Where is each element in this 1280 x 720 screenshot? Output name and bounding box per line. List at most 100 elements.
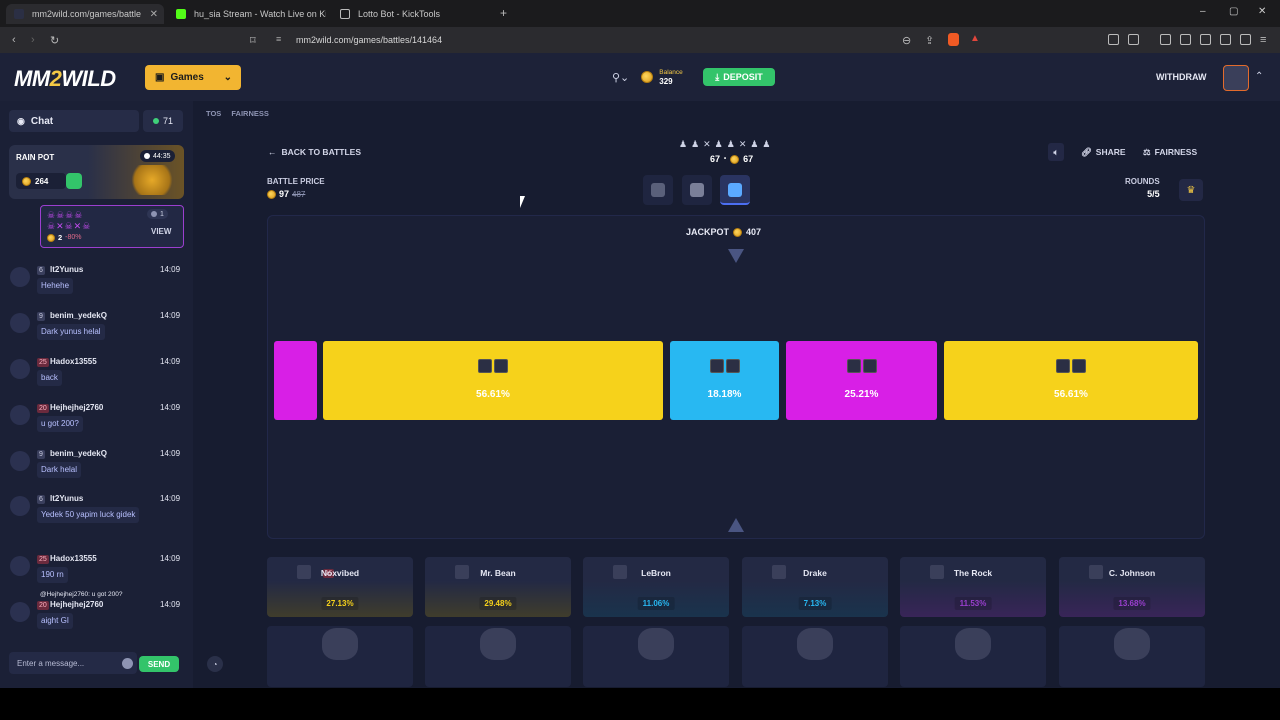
username[interactable]: benim_yedekQ [50,311,107,320]
avatar[interactable] [10,451,30,471]
player-card[interactable]: LeBron 11.06% [583,557,729,617]
item-card[interactable] [583,626,729,687]
balance-display[interactable]: ⚲⌄ Balance 329 [612,65,683,89]
player-card[interactable]: 25 Noxvibed 27.13% [267,557,413,617]
balance-label: Balance [659,69,683,76]
browser-tab[interactable]: Lotto Bot - KickTools [332,4,490,24]
username[interactable]: Hejhejhej2760 [50,600,103,609]
avatar[interactable] [10,313,30,333]
close-tab-icon[interactable]: ✕ [150,9,158,20]
item-card[interactable] [425,626,571,687]
back-nav-icon[interactable]: ‹ [12,34,16,46]
coin-icon [733,227,743,237]
chat-header[interactable]: ◉ Chat [9,110,139,132]
avatar[interactable] [10,267,30,287]
taskbar-area [0,688,1280,720]
player-card[interactable]: C. Johnson 13.68% [1059,557,1205,617]
item-card[interactable] [1059,626,1205,687]
leo-icon[interactable] [1220,34,1231,45]
username[interactable]: lt2Yunus [50,494,83,503]
avatar[interactable] [10,602,30,622]
minimize-icon[interactable]: – [1200,6,1206,17]
avatar[interactable] [10,405,30,425]
deposit-button[interactable]: ⤓ DEPOSIT [703,68,775,86]
case-icon[interactable] [720,175,750,205]
item-card[interactable] [267,626,413,687]
bookmark-icon[interactable]: ⌑ [250,34,256,47]
view-raffle-button[interactable]: VIEW [151,227,171,236]
rain-pot-card[interactable]: RAIN POT 44:35 264 [9,145,184,199]
extension-icon[interactable] [1128,34,1139,45]
new-tab-icon[interactable]: + [500,6,507,20]
case-icon[interactable] [682,175,712,205]
rewards-icon[interactable]: ▲ [970,33,980,44]
extension-icon[interactable] [1108,34,1119,45]
player-card[interactable]: Drake 7.13% [742,557,888,617]
zoom-icon[interactable]: ⊖ [902,34,911,47]
sound-toggle-icon[interactable]: 🔈︎ [1048,143,1064,161]
username[interactable]: Hadox13555 [50,357,97,366]
browser-tab[interactable]: hu_sia Stream - Watch Live on Ki [168,4,326,24]
pointer-top-icon [728,249,744,263]
avatar[interactable] [10,359,30,379]
slot-percentage: 56.61% [1054,389,1088,400]
withdraw-button[interactable]: WITHDRAW [1156,72,1207,82]
vpn-icon[interactable] [1240,34,1251,45]
username[interactable]: lt2Yunus [50,265,83,274]
emoji-icon[interactable] [122,657,133,669]
player-name: C. Johnson [1108,568,1156,578]
maximize-icon[interactable]: ▢ [1229,6,1238,17]
avatar[interactable] [10,556,30,576]
user-avatar[interactable] [1223,65,1249,91]
tos-link[interactable]: TOS [206,109,221,118]
sidebar-icon[interactable] [1180,34,1191,45]
chat-message-input[interactable]: Enter a message... [9,652,137,674]
account-chevron-icon[interactable]: ⌃ [1255,71,1263,82]
rain-pot-label: RAIN POT [16,153,55,162]
share-button[interactable]: 🔗︎ SHARE [1081,143,1126,161]
username[interactable]: Hejhejhej2760 [50,403,103,412]
site-info-icon[interactable]: ≡ [276,34,281,44]
media-icon[interactable] [1160,34,1171,45]
spinner-slot: 56.61% [944,341,1198,420]
username[interactable]: benim_yedekQ [50,449,107,458]
username[interactable]: Hadox13555 [50,554,97,563]
item-image-icon [797,628,833,660]
games-menu-button[interactable]: ▣ Games ⌄ [145,65,241,90]
chat-message: 9 benim_yedekQ 14:09 Dark yunus helal [0,311,193,357]
menu-icon[interactable]: ≡ [1260,34,1266,46]
level-badge: 9 [37,450,45,459]
wallet-icon[interactable] [1200,34,1211,45]
window-close-icon[interactable]: ✕ [1258,6,1266,17]
browser-tab-active[interactable]: mm2wild.com/games/battle ✕ [6,4,164,24]
back-to-battles-button[interactable]: ← BACK TO BATTLES [268,147,361,157]
chat-sidebar: ◉ Chat 71 RAIN POT 44:35 264 ☠☠☠☠☠✕☠✕☠ [0,101,193,688]
crown-icon[interactable]: ♛ [1179,179,1203,201]
jackpot-arena: JACKPOT 407 56.61% 18.18% 25.21% 56.61% [267,215,1205,539]
item-card[interactable] [900,626,1046,687]
player-card[interactable]: The Rock 11.53% [900,557,1046,617]
raffle-discount: -80% [65,234,82,241]
raffle-card[interactable]: ☠☠☠☠ ☠✕☠✕☠ 1 2 -80% VIEW [40,205,184,248]
fairness-button[interactable]: ⚖ FAIRNESS [1143,143,1197,161]
item-card[interactable] [742,626,888,687]
logo-text: MM [14,66,50,91]
send-button[interactable]: SEND [139,656,179,672]
player-card[interactable]: Mr. Bean 29.48% [425,557,571,617]
share-page-icon[interactable]: ⇪ [925,34,934,47]
brave-shield-icon[interactable] [948,33,959,46]
chat-toggle-icon[interactable]: ◔ [207,656,223,672]
site-logo[interactable]: MM2WILD [14,66,116,92]
avatar[interactable] [10,496,30,516]
currency-select-icon[interactable]: ⚲⌄ [612,71,629,84]
address-bar[interactable]: ≡ mm2wild.com/games/battles/141464 [270,31,990,49]
jackpot-value: 407 [746,227,762,237]
forward-nav-icon[interactable]: › [31,34,35,46]
level-badge: 20 [37,404,49,413]
case-icon[interactable] [643,175,673,205]
reload-icon[interactable]: ↻ [50,34,59,47]
level-badge: 25 [37,358,49,367]
fairness-link[interactable]: FAIRNESS [231,109,269,118]
tip-rain-button[interactable] [66,173,82,189]
rounds-value: 5/5 [1147,189,1160,199]
